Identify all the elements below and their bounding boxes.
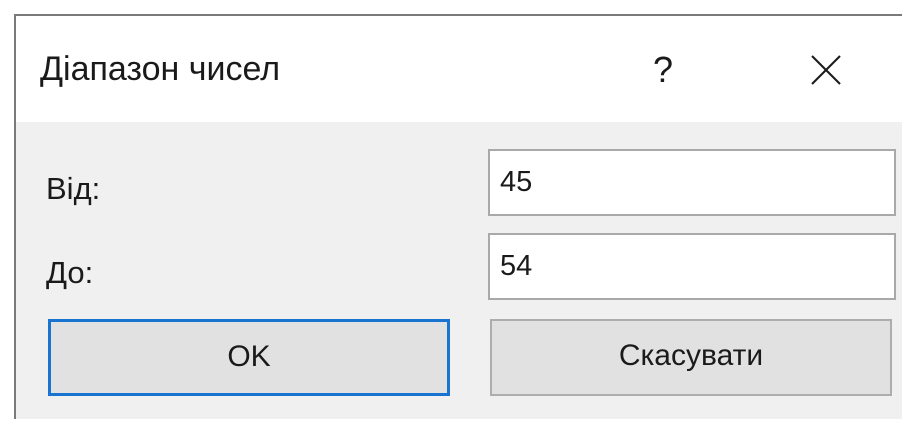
number-range-dialog: Діапазон чисел ? Від: До: OK Скасувати <box>14 14 902 419</box>
help-button[interactable]: ? <box>638 44 688 96</box>
to-input[interactable] <box>488 233 896 300</box>
close-button[interactable] <box>806 50 846 90</box>
title-bar: Діапазон чисел ? <box>16 16 902 122</box>
close-icon <box>811 55 841 85</box>
ok-button[interactable]: OK <box>48 319 450 396</box>
cancel-button[interactable]: Скасувати <box>490 319 892 396</box>
dialog-title: Діапазон чисел <box>40 50 281 88</box>
from-input[interactable] <box>488 149 896 216</box>
to-label: До: <box>46 255 94 290</box>
from-label: Від: <box>46 171 101 206</box>
